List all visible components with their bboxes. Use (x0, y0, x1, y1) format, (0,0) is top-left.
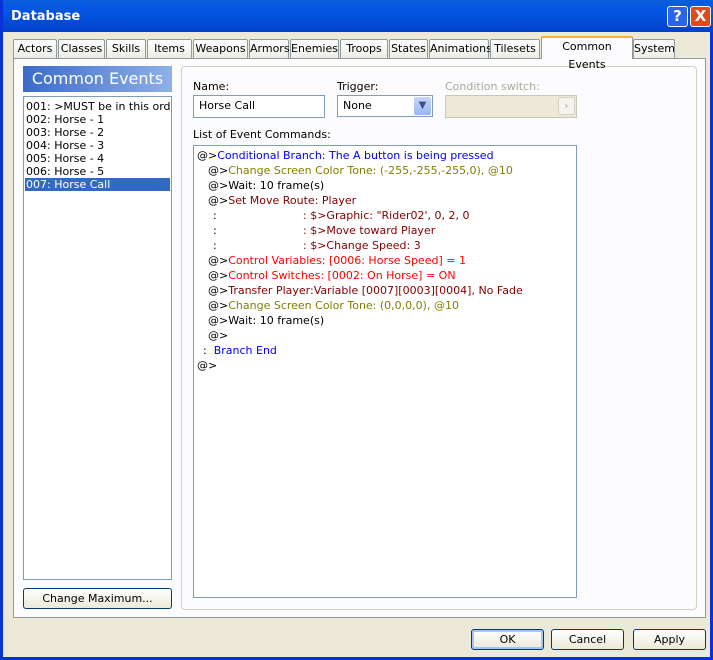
command-line[interactable]: @>Change Screen Color Tone: (-255,-255,-… (208, 163, 513, 178)
tab-items[interactable]: Items (147, 39, 192, 59)
command-text: @> (208, 194, 229, 207)
command-text: Transfer Player:Variable [0007][0003][00… (228, 284, 523, 297)
event-commands-list[interactable]: @>Conditional Branch: The A button is be… (193, 145, 577, 598)
command-text: @> (208, 269, 229, 282)
list-header: Common Events (23, 66, 172, 92)
command-text: : (213, 224, 217, 237)
command-line[interactable]: @>Set Move Route: Player (208, 193, 356, 208)
command-line[interactable]: @>Control Switches: [0002: On Horse] = O… (208, 268, 456, 283)
chevron-down-icon[interactable]: ▼ (414, 97, 431, 115)
tab-enemies[interactable]: Enemies (290, 39, 339, 59)
command-line[interactable]: : : $>Change Speed: 3 (213, 238, 421, 253)
command-text: @> (208, 284, 229, 297)
list-item[interactable]: 004: Horse - 3 (25, 139, 170, 152)
tab-classes[interactable]: Classes (58, 39, 105, 59)
command-text: @> (197, 149, 218, 162)
command-line[interactable]: : : $>Move toward Player (213, 223, 435, 238)
list-item[interactable]: 007: Horse Call (25, 178, 170, 191)
tab-actors[interactable]: Actors (13, 39, 57, 59)
command-line[interactable]: @> (197, 358, 217, 373)
command-text: @> (208, 329, 229, 342)
command-line[interactable]: @>Control Variables: [0006: Horse Speed]… (208, 253, 466, 268)
command-line[interactable]: : : $>Graphic: "Rider02', 0, 2, 0 (213, 208, 470, 223)
trigger-select[interactable]: None ▼ (337, 95, 433, 117)
move-route-step: : $>Move toward Player (303, 224, 436, 237)
command-text: : (213, 209, 217, 222)
change-maximum-button[interactable]: Change Maximum... (23, 588, 172, 609)
title-bar: Database (3, 0, 713, 32)
list-item[interactable]: 003: Horse - 2 (25, 126, 170, 139)
command-text: Change Screen Color Tone: (-255,-255,-25… (228, 164, 513, 177)
tab-animations[interactable]: Animations (429, 39, 492, 59)
command-text: @> (208, 299, 229, 312)
command-line[interactable]: @> (208, 328, 228, 343)
trigger-value: None (343, 99, 372, 112)
name-label: Name: (193, 80, 230, 93)
tab-troops[interactable]: Troops (340, 39, 388, 59)
tab-common-events[interactable]: Common Events (541, 36, 633, 71)
command-line[interactable]: @>Conditional Branch: The A button is be… (197, 148, 494, 163)
command-text: Change Screen Color Tone: (0,0,0,0), @10 (228, 299, 459, 312)
condition-switch-label: Condition switch: (445, 80, 540, 93)
command-line[interactable]: : Branch End (203, 343, 277, 358)
chevron-right-icon: › (558, 97, 575, 115)
command-text: @> (208, 254, 229, 267)
name-input[interactable]: Horse Call (193, 95, 325, 118)
tab-weapons[interactable]: Weapons (193, 39, 248, 59)
apply-button[interactable]: Apply (633, 629, 706, 650)
command-line[interactable]: @>Change Screen Color Tone: (0,0,0,0), @… (208, 298, 459, 313)
help-icon[interactable]: ? (667, 6, 688, 27)
move-route-step: : $>Graphic: "Rider02', 0, 2, 0 (303, 209, 470, 222)
list-item[interactable]: 006: Horse - 5 (25, 165, 170, 178)
tab-tilesets[interactable]: Tilesets (490, 39, 540, 59)
command-text: Conditional Branch: The A button is bein… (217, 149, 494, 162)
common-events-list[interactable]: 001: >MUST be in this order<002: Horse -… (23, 96, 172, 580)
command-text: Control Switches: [0002: On Horse] = ON (228, 269, 456, 282)
tab-armors[interactable]: Armors (249, 39, 290, 59)
command-text: @> (197, 359, 218, 372)
command-text: Set Move Route: Player (228, 194, 357, 207)
command-line[interactable]: @>Transfer Player:Variable [0007][0003][… (208, 283, 523, 298)
command-text: : (203, 344, 214, 357)
tab-system[interactable]: System (633, 39, 675, 59)
list-item[interactable]: 002: Horse - 1 (25, 113, 170, 126)
list-item[interactable]: 005: Horse - 4 (25, 152, 170, 165)
command-text: @>Wait: 10 frame(s) (208, 314, 325, 327)
command-text: @>Wait: 10 frame(s) (208, 179, 325, 192)
move-route-step: : $>Change Speed: 3 (303, 239, 421, 252)
window-title: Database (11, 9, 81, 24)
command-line[interactable]: @>Wait: 10 frame(s) (208, 313, 324, 328)
condition-switch-field: › (445, 95, 577, 118)
command-text: Branch End (213, 344, 277, 357)
event-commands-label: List of Event Commands: (193, 128, 331, 141)
tab-skills[interactable]: Skills (106, 39, 146, 59)
command-text: Control Variables: [0006: Horse Speed] =… (228, 254, 466, 267)
database-window: Database ? X Actors Classes Skills Items Wea… (0, 0, 713, 660)
trigger-label: Trigger: (337, 80, 379, 93)
cancel-button[interactable]: Cancel (551, 629, 624, 650)
list-item[interactable]: 001: >MUST be in this order< (25, 100, 170, 113)
command-text: @> (208, 164, 229, 177)
ok-button[interactable]: OK (471, 629, 544, 650)
tab-states[interactable]: States (389, 39, 428, 59)
close-icon[interactable]: X (690, 6, 711, 27)
command-text: : (213, 239, 217, 252)
command-line[interactable]: @>Wait: 10 frame(s) (208, 178, 324, 193)
